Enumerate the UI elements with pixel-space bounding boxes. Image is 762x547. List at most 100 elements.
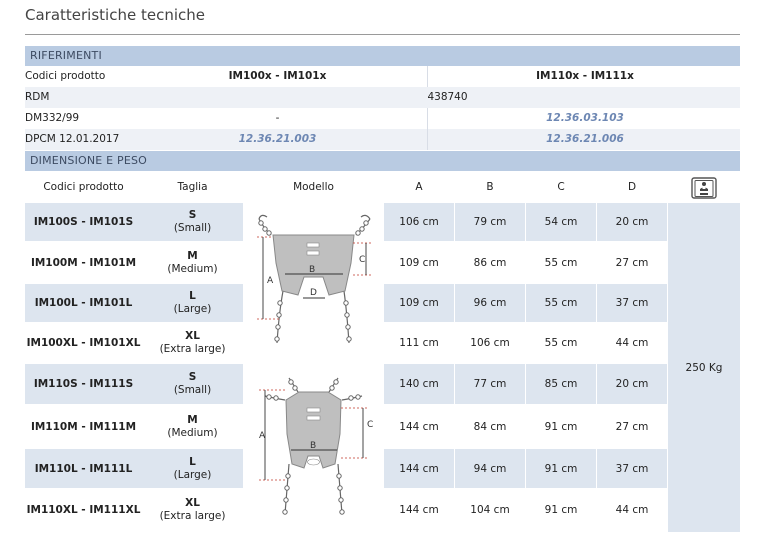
dimension-b-cell: 96 cm <box>455 284 525 322</box>
ref-label: DM332/99 <box>25 112 80 124</box>
column-divider <box>427 66 428 87</box>
size-name: (Small) <box>173 384 212 396</box>
size-cell: L (Large) <box>142 284 243 322</box>
dimension-d-cell: 20 cm <box>597 364 667 404</box>
dimension-c-cell: 55 cm <box>544 337 578 349</box>
product-code-cell: IM100XL - IM101XL <box>26 337 141 349</box>
diagram-label-b: B <box>310 441 316 451</box>
diagram-label-d: D <box>310 288 317 298</box>
size-name: (Extra large) <box>159 510 226 522</box>
column-divider <box>427 129 428 150</box>
size-cell: XL (Extra large) <box>142 490 243 530</box>
ref-row-codes: Codici prodotto IM100x - IM101x IM110x -… <box>25 66 740 87</box>
header-b: B <box>486 181 494 193</box>
size-code: M <box>187 413 198 426</box>
ref-value-span: 438740 <box>427 91 468 103</box>
sling-model-image-im100: A B C D <box>243 203 384 364</box>
dimension-c-cell: 55 cm <box>544 256 578 269</box>
product-code-cell: IM110M - IM111M <box>30 420 137 433</box>
dimension-a-cell: 109 cm <box>399 256 439 269</box>
dimension-a-cell: 140 cm <box>384 364 454 404</box>
product-code-cell: IM110L - IM111L <box>25 449 142 488</box>
size-code: S <box>188 371 197 383</box>
dimension-c-cell: 85 cm <box>526 364 596 404</box>
size-code: M <box>187 249 198 262</box>
ref-value-left: IM100x - IM101x <box>228 70 327 82</box>
dimension-c-cell: 55 cm <box>526 284 596 322</box>
ref-label: RDM <box>25 91 50 103</box>
sling-model-image-im110: A B C <box>243 364 384 532</box>
header-c: C <box>557 181 565 193</box>
dimension-b-cell: 94 cm <box>455 449 525 488</box>
max-load-value: 250 Kg <box>668 203 740 532</box>
size-cell: M (Medium) <box>142 243 243 282</box>
product-code-cell: IM100L - IM101L <box>25 284 142 322</box>
size-code: XL <box>185 330 200 342</box>
dimension-b-cell: 79 cm <box>455 203 525 241</box>
weight-capacity-icon <box>691 176 717 199</box>
ref-row-dpcm: DPCM 12.01.2017 12.36.21.003 12.36.21.00… <box>25 129 740 150</box>
dimension-c-cell: 54 cm <box>526 203 596 241</box>
diagram-label-c: C <box>367 420 373 430</box>
ref-label: Codici prodotto <box>25 70 106 82</box>
dimension-b-cell: 77 cm <box>455 364 525 404</box>
dimension-c-cell: 91 cm <box>544 420 578 433</box>
size-code: S <box>188 209 197 221</box>
sling-diagram-im100: A B C D <box>257 214 371 344</box>
size-name: (Extra large) <box>159 343 226 355</box>
dimension-a-cell: 106 cm <box>384 203 454 241</box>
ref-value-left: 12.36.21.003 <box>238 133 317 145</box>
diagram-label-a: A <box>259 431 266 441</box>
header-size: Taglia <box>177 181 208 193</box>
column-divider <box>427 108 428 129</box>
ref-value-right: 12.36.21.006 <box>546 133 624 145</box>
size-name: (Small) <box>173 222 212 234</box>
size-name: (Medium) <box>167 426 218 439</box>
dimension-c-cell: 91 cm <box>544 504 578 516</box>
ref-value-right: 12.36.03.103 <box>546 112 624 124</box>
dimension-a-cell: 144 cm <box>384 449 454 488</box>
section-header-dimensions: DIMENSIONE E PESO <box>25 151 740 171</box>
size-cell: M (Medium) <box>142 406 243 447</box>
size-name: (Large) <box>173 468 212 481</box>
size-cell: XL (Extra large) <box>142 324 243 362</box>
dimension-d-cell: 20 cm <box>597 203 667 241</box>
diagram-label-c: C <box>359 255 365 265</box>
ref-value-right: IM110x - IM111x <box>536 70 634 82</box>
dimension-d-cell: 27 cm <box>615 420 649 433</box>
size-cell: L (Large) <box>142 449 243 488</box>
ref-value-left: - <box>275 112 280 124</box>
header-a: A <box>415 181 423 193</box>
title-divider <box>25 34 740 35</box>
dimension-a-cell: 109 cm <box>384 284 454 322</box>
dimension-d-cell: 37 cm <box>597 449 667 488</box>
section-header-references: RIFERIMENTI <box>25 46 740 66</box>
dimension-a-cell: 111 cm <box>399 337 439 349</box>
header-code: Codici prodotto <box>43 181 124 193</box>
size-cell: S (Small) <box>142 203 243 241</box>
header-model: Modello <box>293 181 334 193</box>
ref-row-rdm: RDM 438740 <box>25 87 740 108</box>
dimension-d-cell: 27 cm <box>615 256 649 269</box>
ref-row-dm: DM332/99 - 12.36.03.103 <box>25 108 740 129</box>
diagram-label-b: B <box>309 265 315 275</box>
product-code-cell: IM110S - IM111S <box>25 364 142 404</box>
product-code-cell: IM110XL - IM111XL <box>26 504 141 516</box>
size-code: XL <box>185 497 200 509</box>
ref-label: DPCM 12.01.2017 <box>25 133 120 145</box>
dimension-a-cell: 144 cm <box>399 504 439 516</box>
size-code: L <box>189 455 196 468</box>
size-cell: S (Small) <box>142 364 243 404</box>
sling-diagram-im110: A B C <box>259 377 373 515</box>
size-code: L <box>189 290 196 302</box>
product-code-cell: IM100S - IM101S <box>25 203 142 241</box>
dimension-b-cell: 84 cm <box>473 420 507 433</box>
dimension-d-cell: 44 cm <box>615 337 649 349</box>
size-name: (Large) <box>173 303 212 315</box>
dimension-c-cell: 91 cm <box>526 449 596 488</box>
header-d: D <box>627 181 637 193</box>
diagram-label-a: A <box>267 276 274 286</box>
dimension-d-cell: 44 cm <box>615 504 649 516</box>
product-code-cell: IM100M - IM101M <box>30 256 137 269</box>
page-title: Caratteristiche tecniche <box>25 6 205 24</box>
